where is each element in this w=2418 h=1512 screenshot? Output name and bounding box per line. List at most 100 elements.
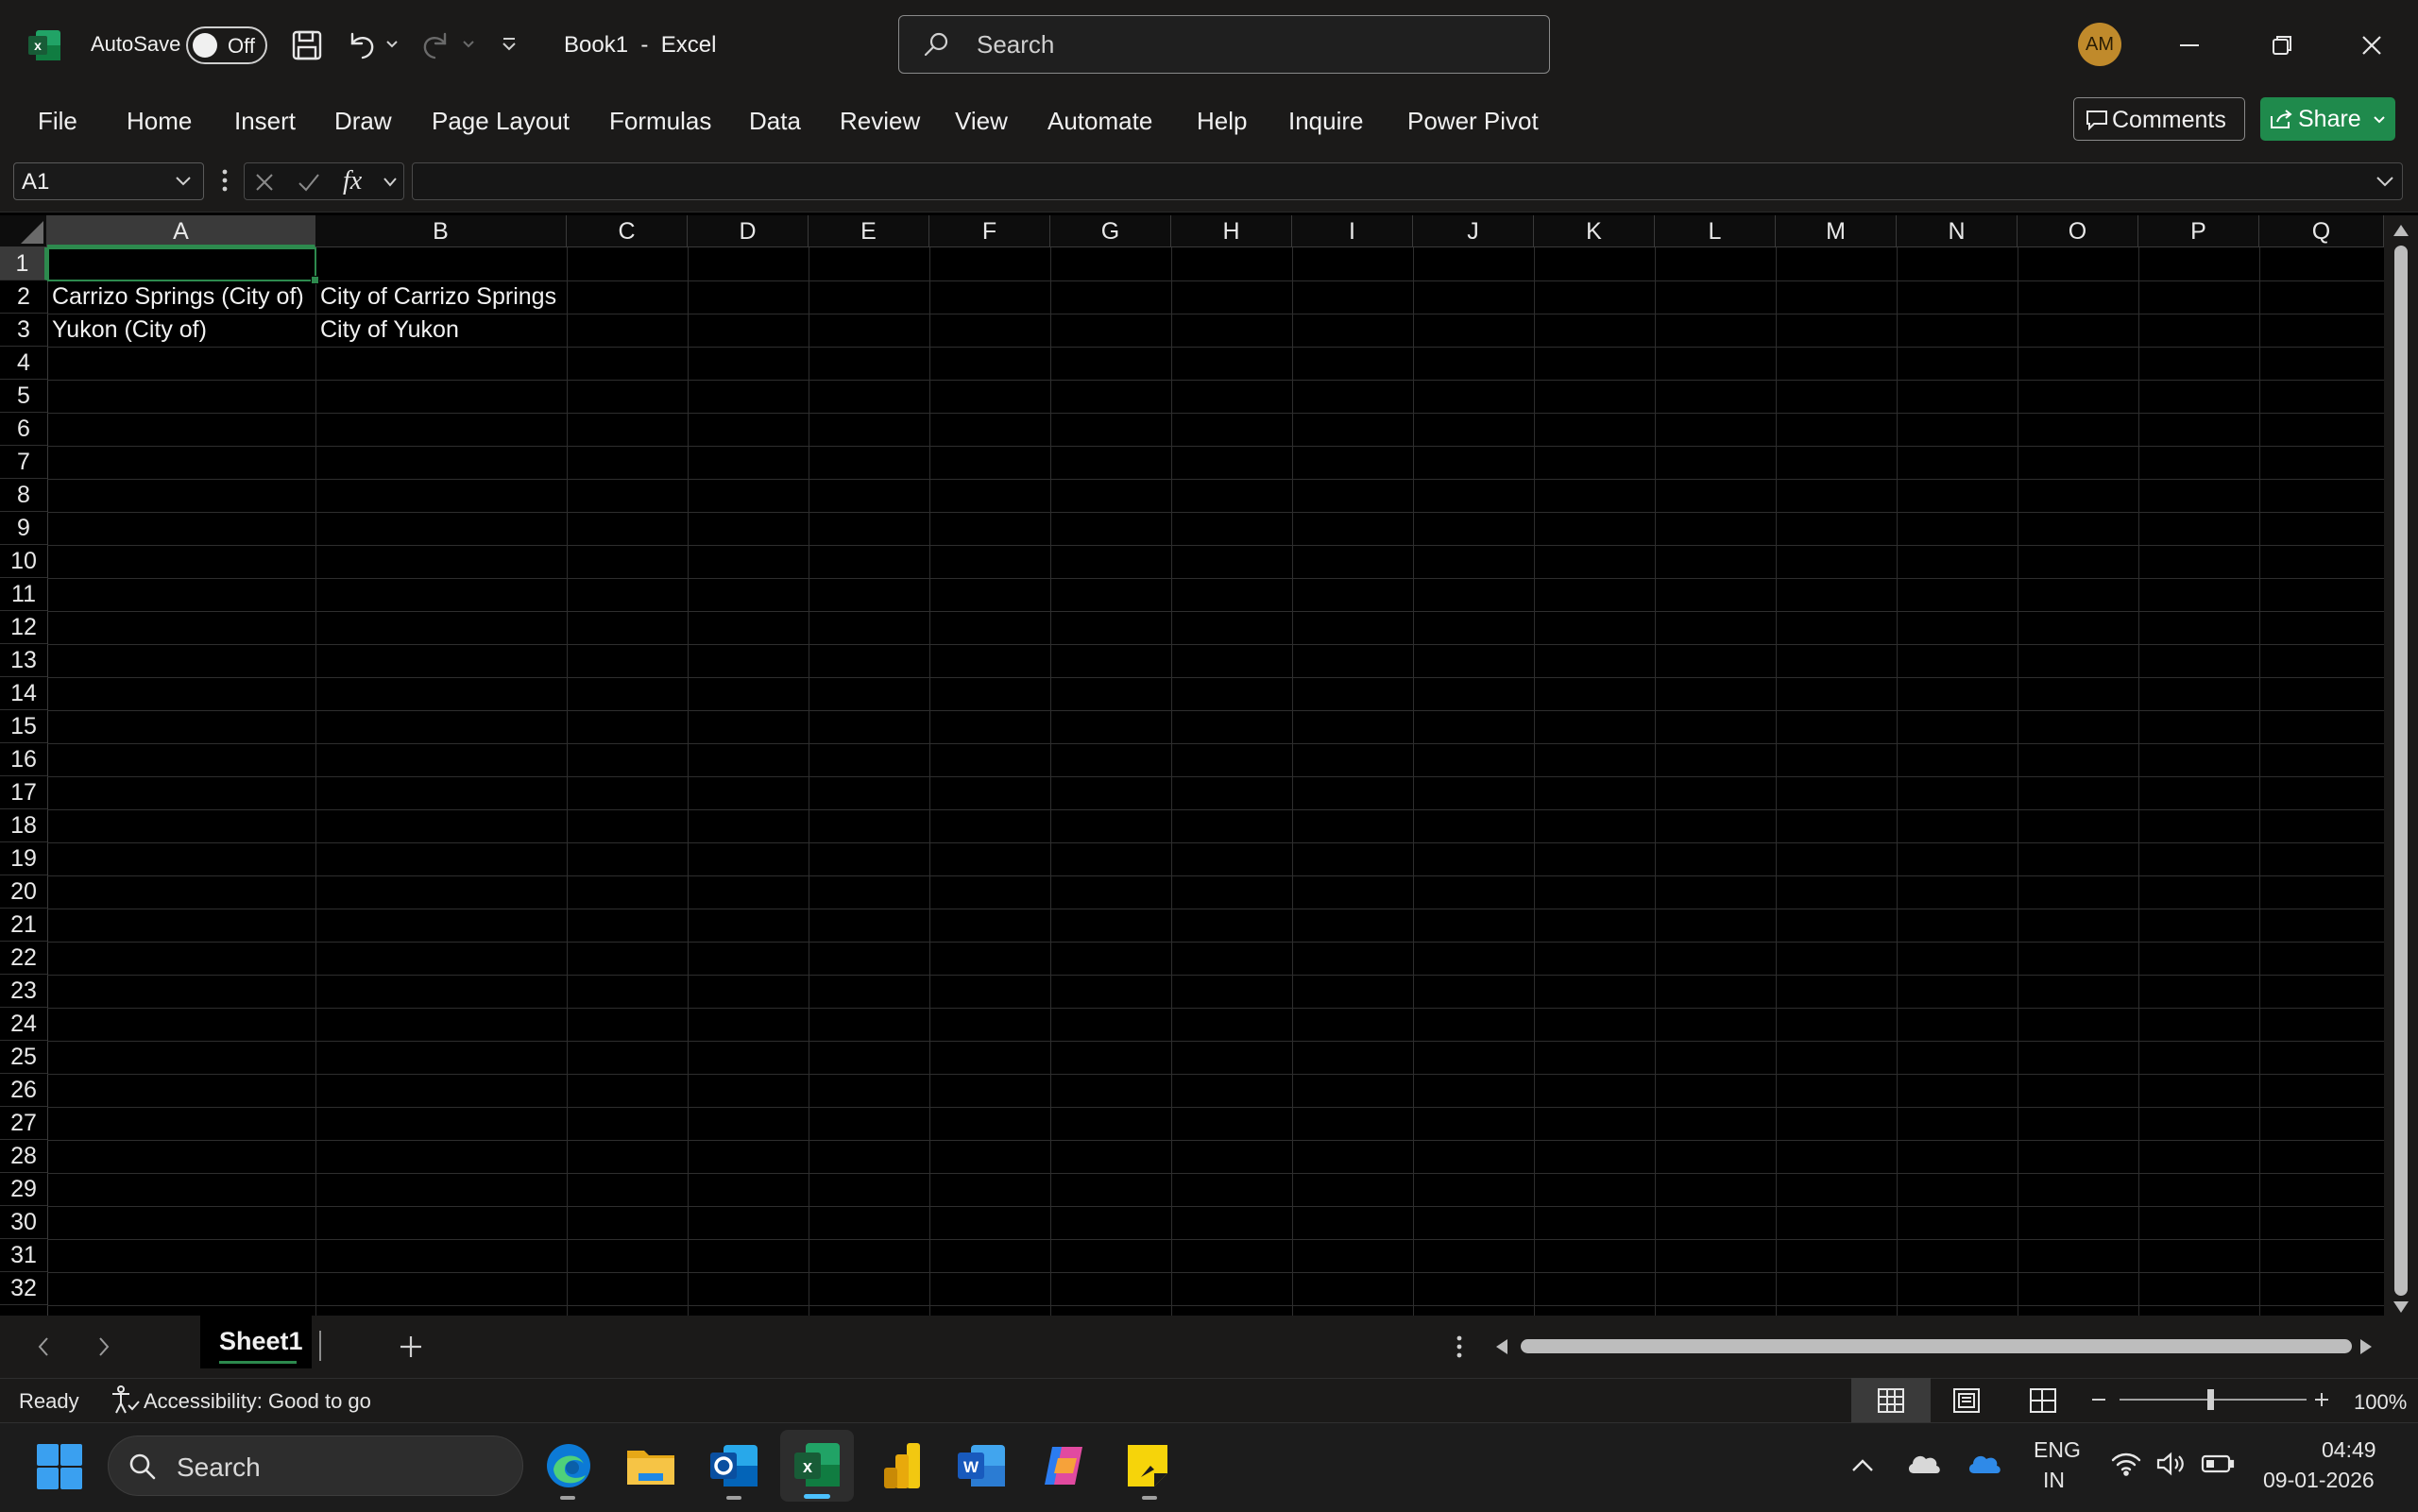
row-header-24[interactable]: 24 (0, 1008, 47, 1041)
undo-dropdown-icon[interactable] (385, 38, 399, 51)
row-header-10[interactable]: 10 (0, 545, 47, 578)
tab-insert[interactable]: Insert (234, 107, 296, 136)
row-header-7[interactable]: 7 (0, 446, 47, 479)
tab-formulas[interactable]: Formulas (609, 107, 711, 136)
formula-input[interactable] (412, 162, 2403, 200)
row-header-4[interactable]: 4 (0, 347, 47, 380)
row-header-26[interactable]: 26 (0, 1074, 47, 1107)
insert-function-button[interactable]: fx (343, 166, 362, 196)
hscroll-right-icon[interactable] (2358, 1337, 2374, 1356)
tab-view[interactable]: View (955, 107, 1008, 136)
column-header-l[interactable]: L (1655, 215, 1776, 247)
column-header-a[interactable]: A (47, 215, 315, 247)
accessibility-status[interactable]: Accessibility: Good to go (144, 1389, 371, 1414)
cancel-icon[interactable] (254, 172, 275, 193)
avatar[interactable]: AM (2078, 23, 2121, 66)
column-header-i[interactable]: I (1292, 215, 1413, 247)
column-header-b[interactable]: B (315, 215, 567, 247)
accessibility-icon[interactable] (110, 1385, 140, 1415)
column-header-k[interactable]: K (1534, 215, 1655, 247)
sheet-tab-sheet1[interactable]: Sheet1 (200, 1316, 312, 1368)
row-header-15[interactable]: 15 (0, 710, 47, 743)
battery-icon[interactable] (2201, 1453, 2235, 1475)
row-header-12[interactable]: 12 (0, 611, 47, 644)
row-header-8[interactable]: 8 (0, 479, 47, 512)
autosave-toggle[interactable]: Off (186, 26, 267, 64)
row-header-23[interactable]: 23 (0, 975, 47, 1008)
name-box-dropdown-icon[interactable] (175, 175, 192, 188)
cell-a2[interactable]: Carrizo Springs (City of) (47, 280, 304, 314)
zoom-out-icon[interactable] (2091, 1397, 2106, 1402)
row-header-21[interactable]: 21 (0, 909, 47, 942)
row-header-16[interactable]: 16 (0, 743, 47, 776)
row-header-20[interactable]: 20 (0, 875, 47, 909)
sticky-notes-icon[interactable] (1126, 1443, 1169, 1488)
column-header-m[interactable]: M (1776, 215, 1897, 247)
hscroll-left-icon[interactable] (1494, 1337, 1509, 1356)
vertical-scrollbar[interactable] (2384, 215, 2418, 1316)
column-header-d[interactable]: D (688, 215, 809, 247)
file-explorer-icon[interactable] (625, 1443, 676, 1488)
row-header-6[interactable]: 6 (0, 413, 47, 446)
undo-icon[interactable] (344, 28, 378, 62)
outlook-icon[interactable] (708, 1441, 759, 1490)
tab-file[interactable]: File (38, 107, 77, 136)
expand-formula-bar-icon[interactable] (2375, 175, 2394, 188)
cell-a3[interactable]: Yukon (City of) (47, 314, 207, 347)
row-header-28[interactable]: 28 (0, 1140, 47, 1173)
close-icon[interactable] (2355, 28, 2389, 62)
tab-review[interactable]: Review (840, 107, 920, 136)
volume-icon[interactable] (2155, 1451, 2186, 1477)
column-header-j[interactable]: J (1413, 215, 1534, 247)
tab-page-layout[interactable]: Page Layout (432, 107, 570, 136)
row-header-22[interactable]: 22 (0, 942, 47, 975)
row-header-2[interactable]: 2 (0, 280, 47, 314)
clock-time[interactable]: 04:49 (2322, 1437, 2376, 1463)
cell-b2[interactable]: City of Carrizo Springs (315, 280, 556, 314)
scroll-down-icon[interactable] (2392, 1300, 2410, 1315)
tab-data[interactable]: Data (749, 107, 801, 136)
row-header-27[interactable]: 27 (0, 1107, 47, 1140)
selected-cell-a1[interactable] (47, 247, 319, 284)
row-header-31[interactable]: 31 (0, 1239, 47, 1272)
row-header-30[interactable]: 30 (0, 1206, 47, 1239)
normal-view-button[interactable] (1851, 1378, 1931, 1422)
column-header-e[interactable]: E (809, 215, 929, 247)
windows-start-icon[interactable] (36, 1443, 83, 1490)
redo-dropdown-icon[interactable] (462, 38, 475, 51)
comments-button[interactable]: Comments (2073, 97, 2245, 141)
customize-qat-icon[interactable] (501, 36, 518, 53)
row-header-11[interactable]: 11 (0, 578, 47, 611)
tab-options-icon[interactable] (1456, 1334, 1463, 1359)
zoom-level[interactable]: 100% (2354, 1390, 2407, 1415)
redo-icon[interactable] (419, 28, 453, 62)
word-icon[interactable]: W (956, 1441, 1007, 1490)
sheet-prev-icon[interactable] (34, 1334, 53, 1359)
column-header-c[interactable]: C (567, 215, 688, 247)
zoom-in-icon[interactable] (2314, 1392, 2329, 1407)
language-line1[interactable]: ENG (2034, 1437, 2081, 1463)
column-header-p[interactable]: P (2138, 215, 2259, 247)
minimize-icon[interactable] (2172, 28, 2206, 62)
edge-icon[interactable] (544, 1441, 593, 1490)
column-header-o[interactable]: O (2018, 215, 2138, 247)
show-hidden-icons[interactable] (1849, 1454, 1876, 1477)
row-header-32[interactable]: 32 (0, 1272, 47, 1305)
column-header-h[interactable]: H (1171, 215, 1292, 247)
save-icon[interactable] (290, 28, 324, 62)
page-break-preview-icon[interactable] (2029, 1387, 2057, 1414)
power-bi-icon[interactable] (882, 1441, 922, 1490)
tab-home[interactable]: Home (127, 107, 192, 136)
row-header-14[interactable]: 14 (0, 677, 47, 710)
row-header-1[interactable]: 1 (0, 247, 47, 280)
cell-b3[interactable]: City of Yukon (315, 314, 459, 347)
column-header-n[interactable]: N (1897, 215, 2018, 247)
excel-taskbar-button[interactable]: x (780, 1430, 854, 1502)
row-header-13[interactable]: 13 (0, 644, 47, 677)
taskbar-search[interactable]: Search (108, 1436, 523, 1496)
clock-date[interactable]: 09-01-2026 (2263, 1468, 2375, 1493)
copilot-icon[interactable] (1039, 1441, 1090, 1490)
enter-icon[interactable] (298, 172, 320, 193)
worksheet-grid[interactable]: A B C D E F G H I J K L M N O P Q 1 2 3 … (0, 215, 2384, 1316)
fx-dropdown-icon[interactable] (383, 176, 398, 189)
